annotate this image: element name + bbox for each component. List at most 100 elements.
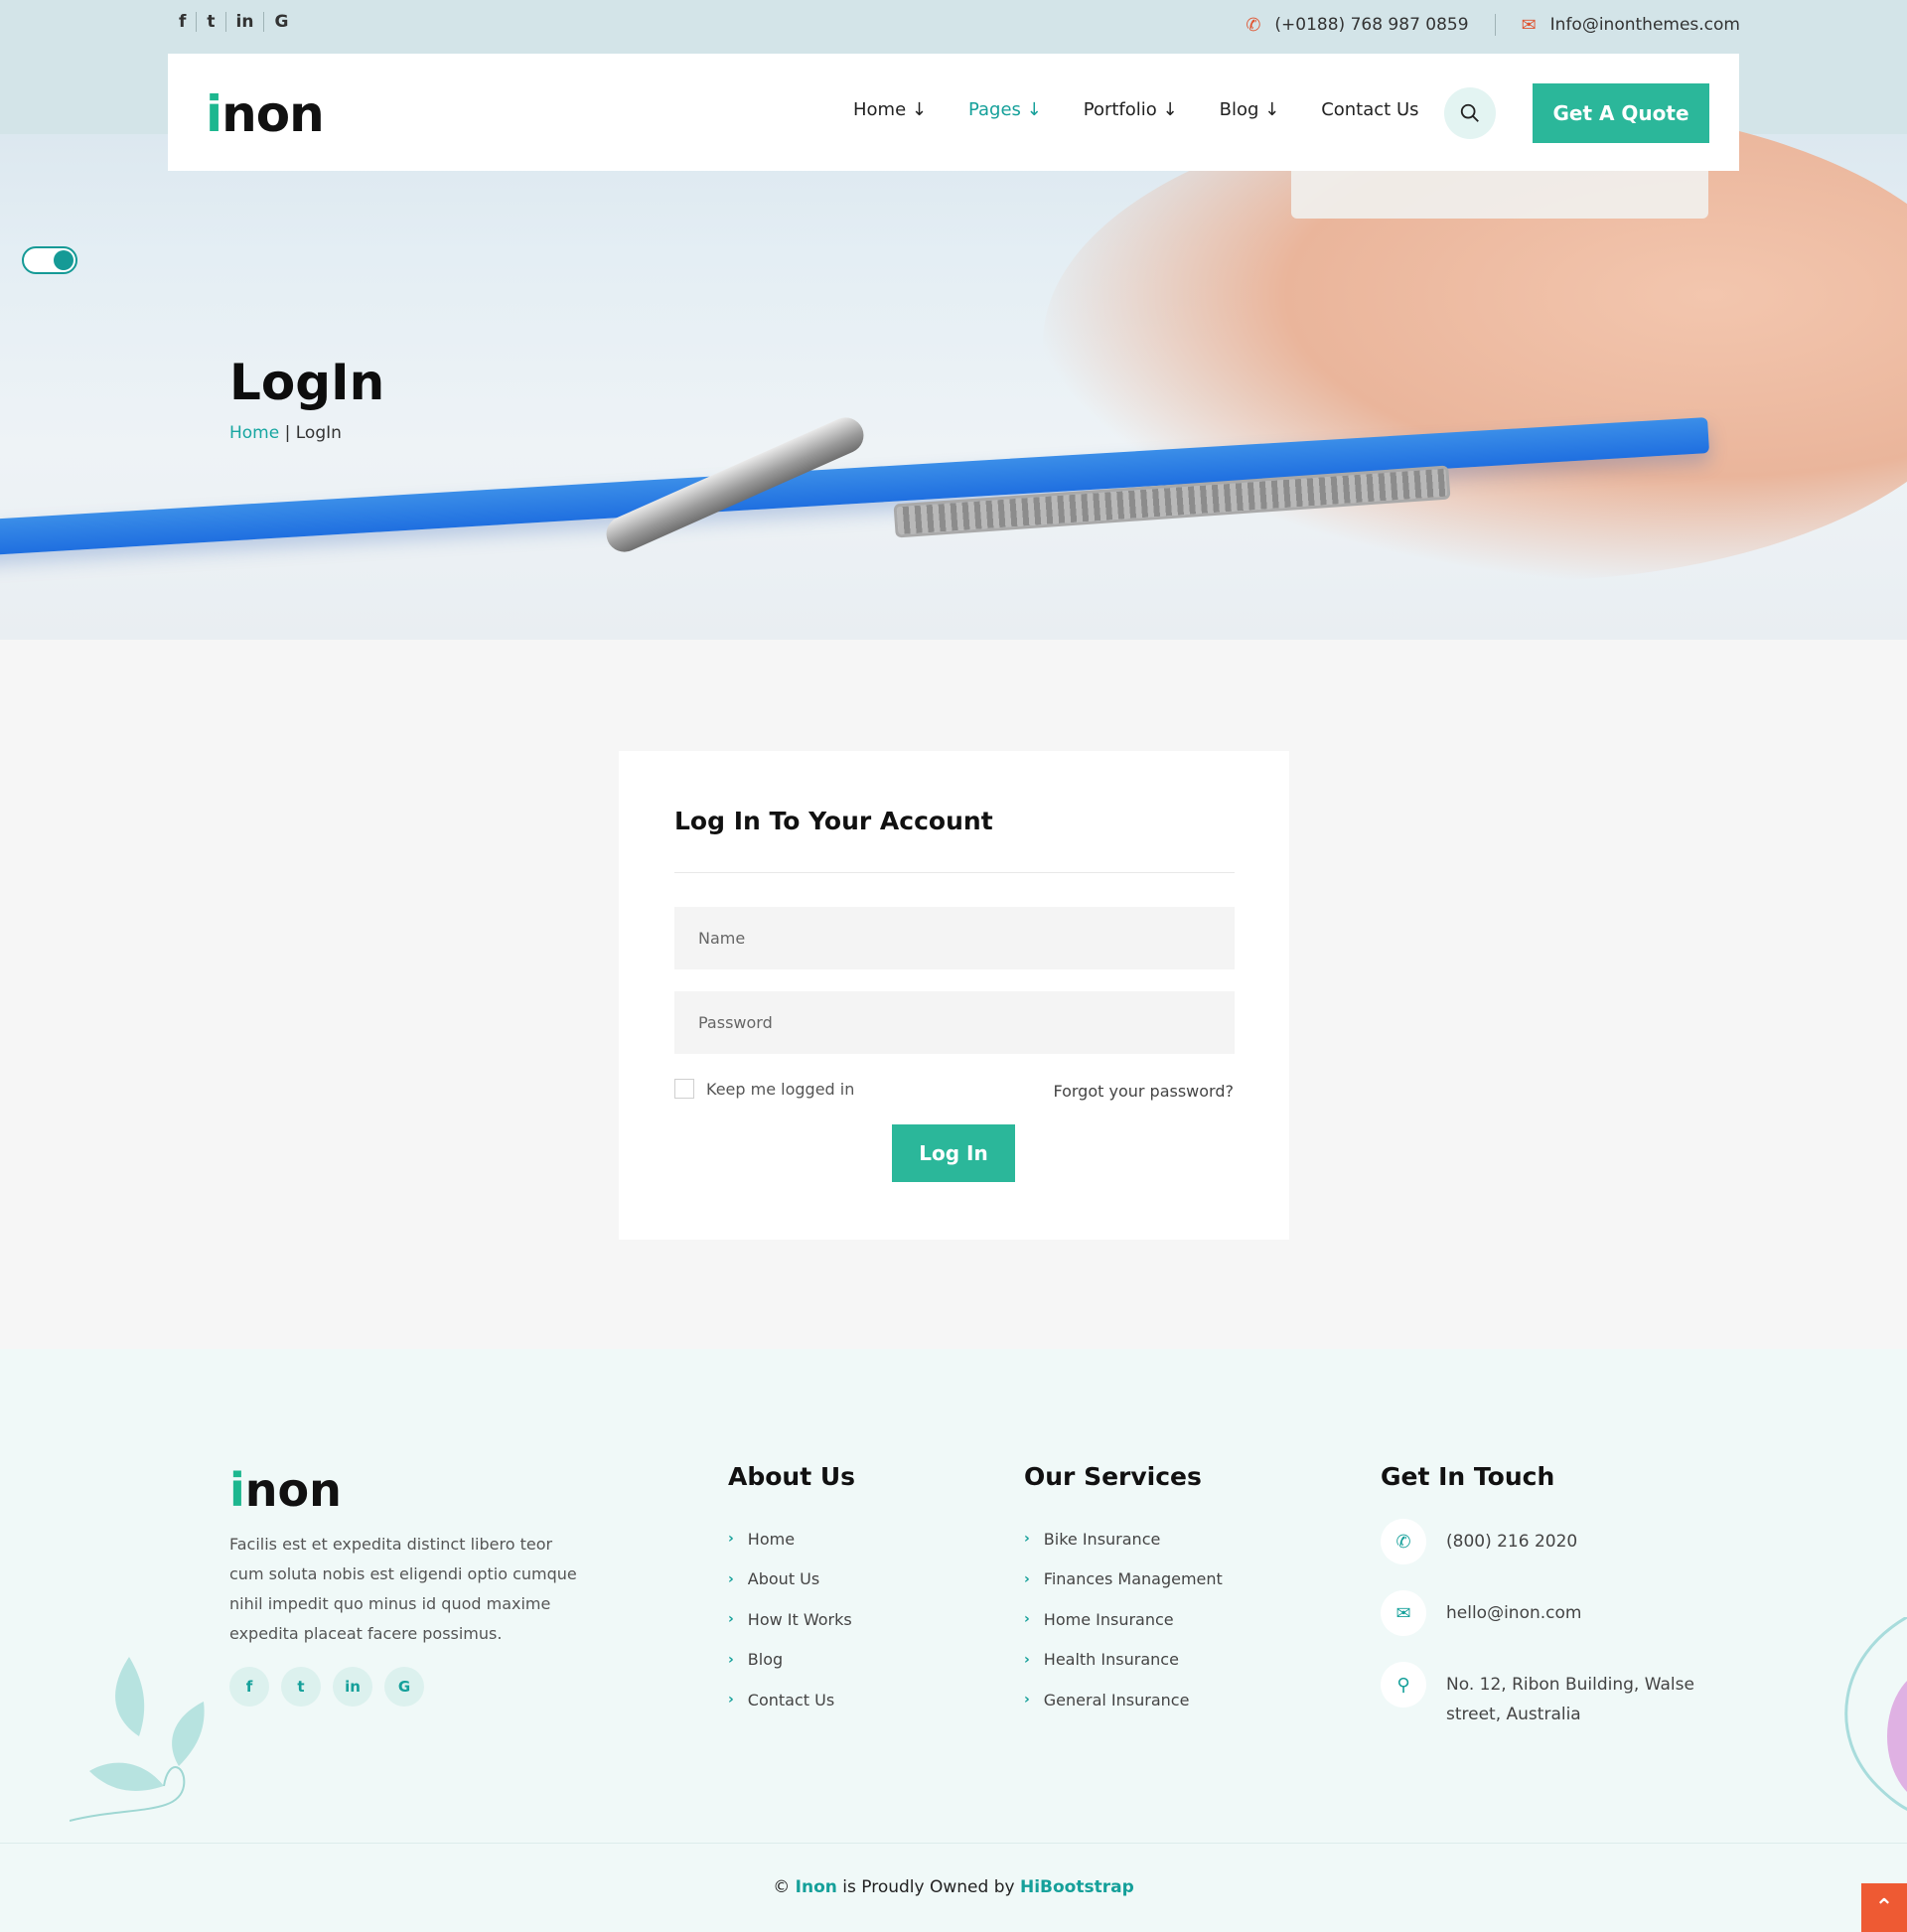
chevron-right-icon: › xyxy=(728,1651,734,1668)
footer-touch-heading: Get In Touch xyxy=(1381,1462,1555,1491)
contact-address-text: No. 12, Ribon Building, Walse street, Au… xyxy=(1446,1675,1694,1724)
footer-link-general-insurance[interactable]: General Insurance xyxy=(1044,1691,1190,1709)
footer: inon Facilis est et expedita distinct li… xyxy=(0,1349,1907,1932)
logo[interactable]: inon xyxy=(206,85,325,143)
logo-letter-i: i xyxy=(229,1463,245,1517)
copyright: © Inon is Proudly Owned by HiBootstrap xyxy=(0,1877,1907,1897)
list-item[interactable]: › About Us xyxy=(728,1560,855,1600)
facebook-icon[interactable]: f xyxy=(169,12,198,32)
chevron-right-icon: › xyxy=(1024,1692,1030,1709)
contact-email: ✉ hello@inon.com xyxy=(1381,1590,1728,1636)
footer-link-blog[interactable]: Blog xyxy=(748,1650,783,1669)
top-social-links: f t in G xyxy=(169,12,298,32)
contact-address: ⚲ No. 12, Ribon Building, Walse street, … xyxy=(1381,1662,1728,1729)
divider xyxy=(0,1843,1907,1844)
list-item[interactable]: › Contact Us xyxy=(728,1680,855,1720)
nav-portfolio[interactable]: Portfolio ↓ xyxy=(1084,99,1178,120)
blob-decoration-icon xyxy=(1844,1617,1907,1811)
search-icon xyxy=(1460,103,1479,122)
list-item[interactable]: › Home Insurance xyxy=(1024,1599,1223,1640)
hero-banner: f t in G ✆ (+0188) 768 987 0859 ✉ Info@i… xyxy=(0,0,1907,640)
top-phone[interactable]: (+0188) 768 987 0859 xyxy=(1274,15,1468,35)
location-pin-icon: ⚲ xyxy=(1381,1662,1426,1708)
list-item[interactable]: › Home xyxy=(728,1519,855,1560)
breadcrumb-current: LogIn xyxy=(295,423,342,443)
footer-link-finances-management[interactable]: Finances Management xyxy=(1044,1569,1223,1588)
leaf-decoration-icon xyxy=(70,1657,205,1822)
chevron-right-icon: › xyxy=(1024,1570,1030,1587)
list-item[interactable]: › Health Insurance xyxy=(1024,1640,1223,1681)
page-title: LogIn xyxy=(229,354,385,411)
theme-toggle[interactable] xyxy=(22,246,77,274)
nav-contact-us[interactable]: Contact Us xyxy=(1321,99,1418,120)
keep-logged-in-checkbox[interactable] xyxy=(674,1079,694,1099)
footer-services-column: Our Services › Bike Insurance › Finances M… xyxy=(1024,1462,1223,1720)
chevron-right-icon: › xyxy=(728,1692,734,1709)
nav-home[interactable]: Home ↓ xyxy=(853,99,927,120)
copyright-brand-link[interactable]: Inon xyxy=(796,1877,837,1897)
login-button[interactable]: Log In xyxy=(892,1124,1015,1182)
logo-text: non xyxy=(244,1463,342,1517)
chevron-right-icon: › xyxy=(1024,1651,1030,1668)
keep-logged-in-label: Keep me logged in xyxy=(706,1079,855,1099)
top-email[interactable]: Info@inonthemes.com xyxy=(1550,15,1740,35)
linkedin-icon[interactable]: in xyxy=(226,12,265,32)
linkedin-icon[interactable]: in xyxy=(333,1667,372,1707)
get-a-quote-button[interactable]: Get A Quote xyxy=(1533,83,1709,143)
twitter-icon[interactable]: t xyxy=(197,12,226,32)
breadcrumb: Home | LogIn xyxy=(229,423,342,443)
list-item[interactable]: › Finances Management xyxy=(1024,1560,1223,1600)
chevron-right-icon: › xyxy=(728,1570,734,1587)
list-item[interactable]: › How It Works xyxy=(728,1599,855,1640)
login-card: Log In To Your Account Keep me logged in… xyxy=(619,751,1289,1240)
breadcrumb-home[interactable]: Home xyxy=(229,423,279,443)
keep-logged-in[interactable]: Keep me logged in xyxy=(674,1079,854,1099)
list-item[interactable]: › Bike Insurance xyxy=(1024,1519,1223,1560)
contact-phone: ✆ (800) 216 2020 xyxy=(1381,1519,1728,1564)
nav-pages[interactable]: Pages ↓ xyxy=(968,99,1042,120)
phone-icon: ✆ xyxy=(1381,1519,1426,1564)
chevron-right-icon: › xyxy=(1024,1611,1030,1628)
twitter-icon[interactable]: t xyxy=(281,1667,321,1707)
footer-link-health-insurance[interactable]: Health Insurance xyxy=(1044,1650,1179,1669)
google-icon[interactable]: G xyxy=(264,12,298,32)
contact-phone-text[interactable]: (800) 216 2020 xyxy=(1446,1519,1577,1557)
list-item[interactable]: › Blog xyxy=(728,1640,855,1681)
footer-link-bike-insurance[interactable]: Bike Insurance xyxy=(1044,1530,1161,1549)
chevron-right-icon: › xyxy=(1024,1531,1030,1548)
nav-blog[interactable]: Blog ↓ xyxy=(1220,99,1280,120)
footer-link-about-us[interactable]: About Us xyxy=(748,1569,819,1588)
search-button[interactable] xyxy=(1444,87,1496,139)
chevron-right-icon: › xyxy=(728,1531,734,1548)
breadcrumb-separator: | xyxy=(279,423,296,443)
nav-menu: Home ↓ Pages ↓ Portfolio ↓ Blog ↓ Contac… xyxy=(853,99,1419,120)
main-navbar: inon Home ↓ Pages ↓ Portfolio ↓ Blog ↓ C… xyxy=(168,54,1739,171)
copyright-text: is Proudly Owned by xyxy=(842,1877,1015,1897)
name-input[interactable] xyxy=(674,907,1235,969)
footer-about-heading: About Us xyxy=(728,1462,856,1491)
mail-icon: ✉ xyxy=(1521,14,1537,36)
google-icon[interactable]: G xyxy=(384,1667,424,1707)
password-input[interactable] xyxy=(674,991,1235,1054)
list-item[interactable]: › General Insurance xyxy=(1024,1680,1223,1720)
facebook-icon[interactable]: f xyxy=(229,1667,269,1707)
footer-services-heading: Our Services xyxy=(1024,1462,1202,1491)
footer-link-contact-us[interactable]: Contact Us xyxy=(748,1691,834,1709)
double-chevron-up-icon: ⌃ xyxy=(1874,1895,1894,1920)
footer-social-links: f t in G xyxy=(229,1667,424,1707)
forgot-password-link[interactable]: Forgot your password? xyxy=(1053,1082,1234,1101)
footer-link-home[interactable]: Home xyxy=(748,1530,795,1549)
scroll-to-top-button[interactable]: ⌃ xyxy=(1861,1883,1907,1932)
footer-about-column: About Us › Home › About Us › How It Works ›… xyxy=(728,1462,855,1720)
footer-logo[interactable]: inon xyxy=(229,1463,342,1517)
copyright-owner-link[interactable]: HiBootstrap xyxy=(1020,1877,1134,1897)
footer-contact-column: Get In Touch ✆ (800) 216 2020 ✉ hello@in… xyxy=(1381,1462,1728,1755)
logo-text: non xyxy=(221,85,325,143)
mail-icon: ✉ xyxy=(1381,1590,1426,1636)
footer-link-how-it-works[interactable]: How It Works xyxy=(748,1610,852,1629)
footer-link-home-insurance[interactable]: Home Insurance xyxy=(1044,1610,1174,1629)
copyright-symbol: © xyxy=(773,1877,791,1897)
divider xyxy=(674,872,1235,873)
contact-email-text[interactable]: hello@inon.com xyxy=(1446,1590,1581,1628)
phone-icon: ✆ xyxy=(1246,14,1261,36)
